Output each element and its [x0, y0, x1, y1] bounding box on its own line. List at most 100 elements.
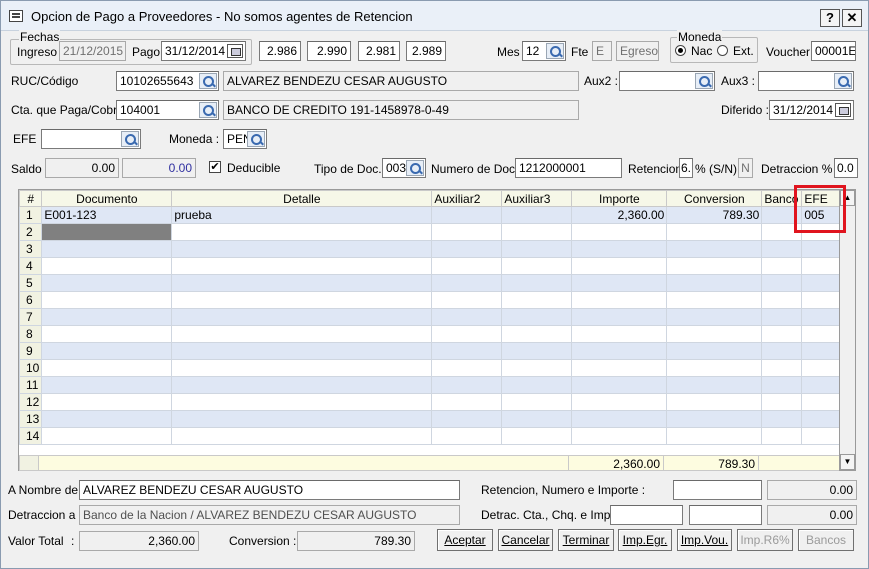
cell-banco[interactable] — [761, 240, 803, 258]
cell-auxiliar3[interactable] — [501, 291, 573, 309]
cell-efe[interactable] — [801, 257, 843, 275]
help-button[interactable]: ? — [820, 9, 840, 27]
cell-detalle[interactable] — [171, 359, 433, 377]
cell-banco[interactable] — [761, 359, 803, 377]
retencion-field[interactable]: 6. — [679, 158, 693, 178]
cell-detalle[interactable] — [171, 257, 433, 275]
cell-conversion[interactable] — [666, 325, 763, 343]
cell-detalle[interactable] — [171, 240, 433, 258]
col-documento[interactable]: Documento — [41, 190, 173, 207]
tipo-doc-field[interactable]: 003 — [382, 158, 426, 178]
cell-documento[interactable] — [41, 342, 173, 360]
cell-documento[interactable] — [41, 223, 173, 241]
cell-importe[interactable] — [571, 427, 668, 445]
imp-r6-button[interactable]: Imp.R6% — [737, 529, 793, 551]
cell-importe[interactable]: 2,360.00 — [571, 206, 668, 224]
cell-documento[interactable] — [41, 393, 173, 411]
cta-lookup-icon[interactable] — [199, 102, 217, 118]
aceptar-button[interactable]: Aceptar — [437, 529, 493, 551]
cell-efe[interactable] — [801, 393, 843, 411]
cell-conversion[interactable] — [666, 376, 763, 394]
fte-field[interactable]: E — [592, 41, 612, 61]
cell-detalle[interactable] — [171, 308, 433, 326]
ingreso-date-field[interactable]: 21/12/2015 — [59, 41, 126, 61]
cell-auxiliar3[interactable] — [501, 359, 573, 377]
pago-date-field[interactable]: 31/12/2014 — [161, 41, 246, 61]
cell-auxiliar2[interactable] — [431, 223, 503, 241]
cell-importe[interactable] — [571, 257, 668, 275]
mes-lookup-icon[interactable] — [546, 43, 564, 59]
table-row[interactable]: 9 — [18, 342, 843, 360]
table-row[interactable]: 2 — [18, 223, 843, 241]
aux3-lookup-icon[interactable] — [834, 73, 852, 89]
cell-conversion[interactable] — [666, 359, 763, 377]
cell-auxiliar2[interactable] — [431, 359, 503, 377]
rate-field-2[interactable]: 2.990 — [307, 41, 351, 61]
table-row[interactable]: 10 — [18, 359, 843, 377]
table-row[interactable]: 3 — [18, 240, 843, 258]
cell-efe[interactable] — [801, 342, 843, 360]
cell-auxiliar2[interactable] — [431, 427, 503, 445]
moneda-ext-radio[interactable] — [717, 45, 728, 56]
col-num[interactable]: # — [18, 190, 43, 207]
cell-documento[interactable] — [41, 240, 173, 258]
cell-auxiliar2[interactable] — [431, 291, 503, 309]
cell-importe[interactable] — [571, 359, 668, 377]
cell-importe[interactable] — [571, 410, 668, 428]
rate-field-1[interactable]: 2.986 — [259, 41, 301, 61]
cell-documento[interactable]: E001-123 — [41, 206, 173, 224]
cell-detalle[interactable] — [171, 393, 433, 411]
cta-field[interactable]: 104001 — [116, 100, 219, 120]
col-detalle[interactable]: Detalle — [171, 190, 433, 207]
col-auxiliar3[interactable]: Auxiliar3 — [501, 190, 573, 207]
cell-efe[interactable] — [801, 240, 843, 258]
detrac-cta-field[interactable] — [610, 505, 683, 525]
col-conversion[interactable]: Conversion — [666, 190, 763, 207]
cell-auxiliar2[interactable] — [431, 274, 503, 292]
cell-conversion[interactable]: 789.30 — [666, 206, 763, 224]
ret-num-field[interactable] — [673, 480, 762, 500]
cell-documento[interactable] — [41, 325, 173, 343]
col-auxiliar2[interactable]: Auxiliar2 — [431, 190, 503, 207]
cell-efe[interactable] — [801, 376, 843, 394]
close-button[interactable]: ✕ — [842, 9, 862, 27]
table-row[interactable]: 5 — [18, 274, 843, 292]
cell-auxiliar2[interactable] — [431, 240, 503, 258]
cell-detalle[interactable] — [171, 291, 433, 309]
cell-conversion[interactable] — [666, 308, 763, 326]
moneda-field[interactable]: PEN — [223, 129, 267, 149]
rate-field-4[interactable]: 2.989 — [406, 41, 446, 61]
cell-efe[interactable] — [801, 325, 843, 343]
table-row[interactable]: 6 — [18, 291, 843, 309]
cell-auxiliar3[interactable] — [501, 206, 573, 224]
cell-auxiliar3[interactable] — [501, 393, 573, 411]
table-row[interactable]: 12 — [18, 393, 843, 411]
cell-importe[interactable] — [571, 393, 668, 411]
cell-auxiliar3[interactable] — [501, 376, 573, 394]
cell-auxiliar2[interactable] — [431, 342, 503, 360]
terminar-button[interactable]: Terminar — [558, 529, 614, 551]
voucher-field[interactable]: 00001E — [811, 41, 856, 61]
cell-detalle[interactable] — [171, 274, 433, 292]
cell-banco[interactable] — [761, 376, 803, 394]
imp-vou-button[interactable]: Imp.Vou. — [677, 529, 732, 551]
cell-auxiliar3[interactable] — [501, 427, 573, 445]
cell-conversion[interactable] — [666, 342, 763, 360]
col-importe[interactable]: Importe — [571, 190, 668, 207]
cell-conversion[interactable] — [666, 291, 763, 309]
cell-importe[interactable] — [571, 342, 668, 360]
cell-conversion[interactable] — [666, 257, 763, 275]
cell-importe[interactable] — [571, 240, 668, 258]
cell-auxiliar3[interactable] — [501, 257, 573, 275]
moneda-lookup-icon[interactable] — [247, 131, 265, 147]
cell-detalle[interactable] — [171, 376, 433, 394]
cell-conversion[interactable] — [666, 240, 763, 258]
cell-banco[interactable] — [761, 393, 803, 411]
cell-importe[interactable] — [571, 308, 668, 326]
cell-auxiliar3[interactable] — [501, 223, 573, 241]
cell-banco[interactable] — [761, 291, 803, 309]
cell-detalle[interactable]: prueba — [171, 206, 433, 224]
cell-auxiliar3[interactable] — [501, 308, 573, 326]
table-row[interactable]: 1 E001-123 prueba 2,360.00 789.30 005 — [18, 206, 843, 224]
moneda-nac-radio[interactable] — [675, 45, 686, 56]
